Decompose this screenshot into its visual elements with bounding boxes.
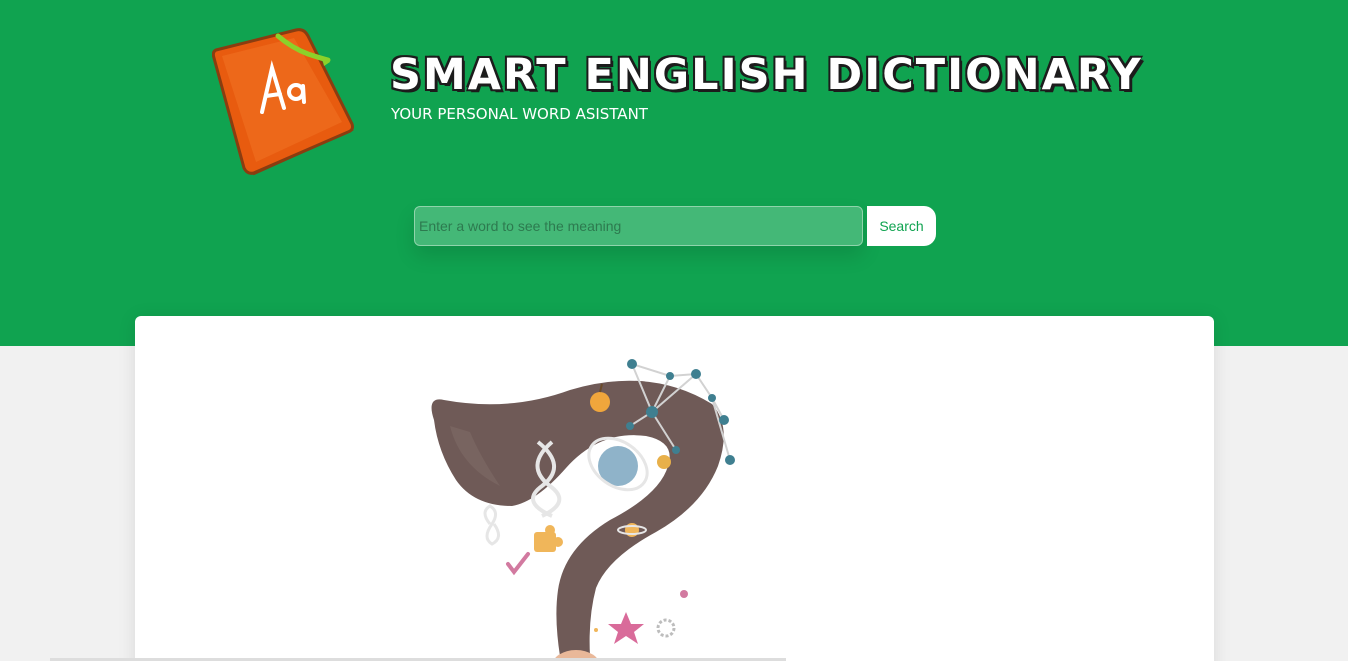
- app-subtitle: YOUR PERSONAL WORD ASISTANT: [391, 105, 648, 123]
- thinking-head-question-mark-illustration: [431, 359, 735, 661]
- search-input[interactable]: [414, 206, 863, 246]
- header-banner: SMART ENGLISH DICTIONARY YOUR PERSONAL W…: [0, 0, 1348, 346]
- dictionary-book-icon: [212, 28, 354, 176]
- content-card: [135, 316, 1214, 661]
- app-title: SMART ENGLISH DICTIONARY: [390, 50, 1143, 100]
- search-button[interactable]: Search: [867, 206, 936, 246]
